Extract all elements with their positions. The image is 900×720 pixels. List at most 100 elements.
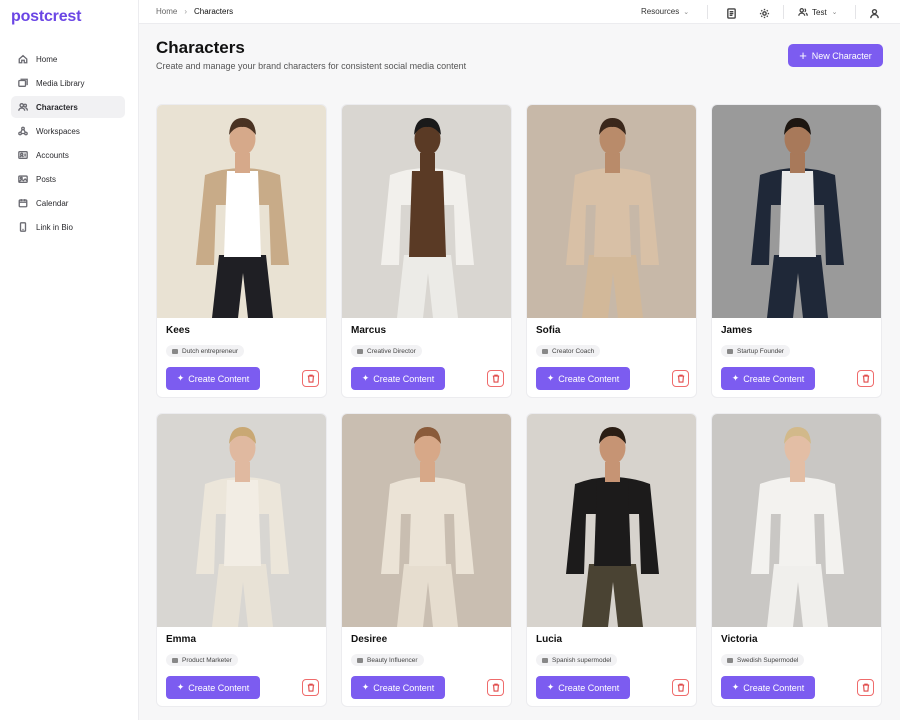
character-tag-label: Swedish Supermodel [737, 656, 799, 664]
sparkles-icon: ✦ [731, 373, 740, 383]
create-content-button[interactable]: ✦ Create Content [721, 676, 815, 699]
sidebar-item-accounts[interactable]: Accounts [11, 144, 125, 166]
create-content-button[interactable]: ✦ Create Content [351, 367, 445, 390]
logo[interactable]: postcrest [11, 8, 81, 26]
sidebar-item-home[interactable]: Home [11, 48, 125, 70]
new-character-button[interactable]: + New Character [788, 44, 883, 67]
sidebar-item-characters[interactable]: Characters [11, 96, 125, 118]
trash-icon [492, 374, 499, 383]
delete-button[interactable] [672, 679, 689, 696]
sidebar-item-link-in-bio[interactable]: Link in Bio [11, 216, 125, 238]
delete-button[interactable] [857, 679, 874, 696]
photo-shirt [594, 171, 631, 257]
photo-neck [420, 153, 435, 173]
character-tag: Beauty Influencer [351, 654, 424, 666]
sidebar-item-label: Characters [36, 102, 78, 112]
create-content-button[interactable]: ✦ Create Content [351, 676, 445, 699]
sparkles-icon: ✦ [731, 682, 740, 692]
create-content-button[interactable]: ✦ Create Content [166, 676, 260, 699]
create-content-label: Create Content [743, 373, 805, 384]
delete-button[interactable] [487, 679, 504, 696]
calendar-icon [18, 198, 28, 208]
user-icon[interactable] [869, 6, 880, 19]
sidebar-nav: Home Media Library Characters Workspaces… [11, 48, 125, 240]
character-photo-illustration [342, 105, 511, 318]
character-tag: Creator Coach [536, 345, 601, 357]
briefcase-icon [727, 348, 733, 354]
create-content-label: Create Content [188, 682, 250, 693]
delete-button[interactable] [487, 370, 504, 387]
character-card[interactable]: Emma Product Marketer ✦ Create Content [156, 413, 327, 707]
character-photo [527, 414, 696, 627]
character-tag-label: Beauty Influencer [367, 656, 418, 664]
team-name: Test [812, 7, 827, 17]
sidebar-item-label: Calendar [36, 198, 69, 208]
trash-icon [862, 683, 869, 692]
character-tag-label: Creative Director [367, 347, 416, 355]
sparkles-icon: ✦ [546, 373, 555, 383]
sparkles-icon: ✦ [361, 373, 370, 383]
accounts-icon [18, 150, 28, 160]
sidebar-item-workspaces[interactable]: Workspaces [11, 120, 125, 142]
resources-menu[interactable]: Resources ⌄ [641, 7, 689, 16]
users-icon [18, 102, 28, 112]
character-name: James [721, 325, 753, 336]
briefcase-icon [172, 657, 178, 663]
create-content-button[interactable]: ✦ Create Content [536, 367, 630, 390]
create-content-label: Create Content [188, 373, 250, 384]
character-card[interactable]: Victoria Swedish Supermodel ✦ Create Con… [711, 413, 882, 707]
character-photo [712, 414, 881, 627]
create-content-button[interactable]: ✦ Create Content [721, 367, 815, 390]
create-content-button[interactable]: ✦ Create Content [166, 367, 260, 390]
character-photo [157, 105, 326, 318]
create-content-button[interactable]: ✦ Create Content [536, 676, 630, 699]
gear-icon[interactable] [759, 6, 770, 19]
sidebar-item-media-library[interactable]: Media Library [11, 72, 125, 94]
photo-neck [605, 153, 620, 173]
character-card[interactable]: James Startup Founder ✦ Create Content [711, 104, 882, 398]
breadcrumb-current: Characters [194, 7, 234, 16]
briefcase-icon [357, 348, 363, 354]
character-tag: Swedish Supermodel [721, 654, 805, 666]
new-character-label: New Character [811, 50, 872, 61]
sidebar-item-calendar[interactable]: Calendar [11, 192, 125, 214]
divider [783, 5, 784, 19]
character-photo [342, 414, 511, 627]
character-tag: Creative Director [351, 345, 422, 357]
photo-shirt [409, 171, 446, 257]
team-switcher[interactable]: Test ⌄ [798, 7, 838, 17]
delete-button[interactable] [302, 679, 319, 696]
sparkles-icon: ✦ [176, 373, 185, 383]
character-card[interactable]: Sofia Creator Coach ✦ Create Content [526, 104, 697, 398]
character-card[interactable]: Marcus Creative Director ✦ Create Conten… [341, 104, 512, 398]
trash-icon [307, 374, 314, 383]
character-photo-illustration [712, 414, 881, 627]
character-photo [712, 105, 881, 318]
create-content-label: Create Content [558, 373, 620, 384]
character-name: Emma [166, 634, 197, 645]
trash-icon [492, 683, 499, 692]
photo-neck [235, 153, 250, 173]
document-icon[interactable] [726, 6, 737, 19]
sidebar-item-posts[interactable]: Posts [11, 168, 125, 190]
delete-button[interactable] [857, 370, 874, 387]
character-name: Marcus [351, 325, 387, 336]
character-card[interactable]: Kees Dutch entrepreneur ✦ Create Content [156, 104, 327, 398]
character-card[interactable]: Lucia Spanish supermodel ✦ Create Conten… [526, 413, 697, 707]
workspaces-icon [18, 126, 28, 136]
character-photo [527, 105, 696, 318]
delete-button[interactable] [672, 370, 689, 387]
sidebar-item-label: Accounts [36, 150, 69, 160]
create-content-label: Create Content [373, 373, 435, 384]
character-tag: Startup Founder [721, 345, 790, 357]
photo-shirt [224, 171, 261, 257]
character-card[interactable]: Desiree Beauty Influencer ✦ Create Conte… [341, 413, 512, 707]
breadcrumb-home[interactable]: Home [156, 7, 177, 16]
character-photo [342, 105, 511, 318]
team-icon [798, 8, 808, 16]
character-photo-illustration [157, 414, 326, 627]
trash-icon [307, 683, 314, 692]
delete-button[interactable] [302, 370, 319, 387]
chevron-down-icon: ⌄ [683, 8, 690, 16]
create-content-label: Create Content [373, 682, 435, 693]
